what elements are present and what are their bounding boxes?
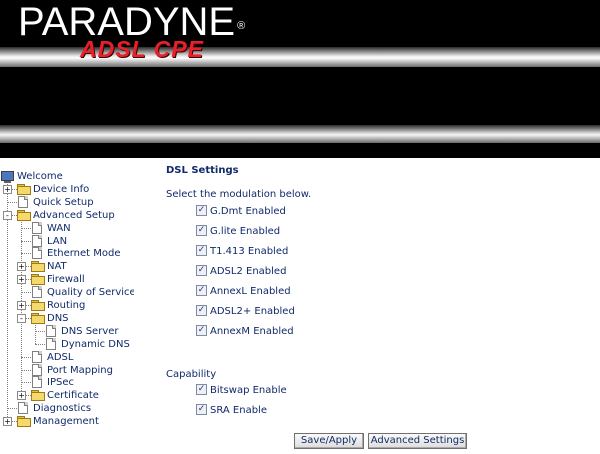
tree-item-label: Management — [33, 416, 99, 428]
tree-item-port-mapping[interactable]: Port Mapping — [0, 364, 134, 377]
modulation-checkbox[interactable]: ✓ — [196, 325, 207, 336]
modulation-option-label: ADSL2 Enabled — [210, 266, 287, 277]
modulation-checkbox[interactable]: ✓ — [196, 285, 207, 296]
advanced-settings-button[interactable]: Advanced Settings — [368, 433, 467, 449]
tree-item-label: Diagnostics — [33, 403, 92, 415]
tree-item-advanced-setup[interactable]: Advanced Setup — [0, 209, 134, 222]
tree-item-dns[interactable]: DNS — [0, 312, 134, 325]
tree-item-dns-server[interactable]: DNS Server — [0, 325, 134, 338]
tree-item-label: Ethernet Mode — [47, 248, 121, 260]
modulation-checkbox[interactable]: ✓ — [196, 205, 207, 216]
modulation-checkbox[interactable]: ✓ — [196, 305, 207, 316]
tree-item-label: Dynamic DNS — [61, 338, 130, 350]
tree-item-adsl[interactable]: ADSL — [0, 351, 134, 364]
navigation-tree: Welcome + Device Info Quick Setup - Advanced … — [0, 170, 134, 432]
tree-item-label: LAN — [47, 235, 68, 247]
tree-item-label: Certificate — [47, 390, 99, 402]
modulation-checkbox[interactable]: ✓ — [196, 225, 207, 236]
modulation-checkbox[interactable]: ✓ — [196, 245, 207, 256]
tree-item-label: Quick Setup — [33, 196, 94, 208]
tree-item-nat[interactable]: NAT — [0, 260, 134, 273]
tree-item-welcome[interactable]: Welcome — [0, 170, 134, 183]
tree-item-label: Firewall — [47, 274, 85, 286]
save-apply-button[interactable]: Save/Apply — [294, 433, 364, 449]
tree-item-lan[interactable]: LAN — [0, 235, 134, 248]
modulation-option-label: G.Dmt Enabled — [210, 206, 286, 217]
tree-item-dynamic-dns[interactable]: Dynamic DNS — [0, 338, 134, 351]
capability-option-label: Bitswap Enable — [210, 385, 287, 396]
tree-item-label: ADSL — [47, 351, 74, 363]
tree-item-label: Routing — [47, 300, 86, 311]
tree-item-label: Welcome — [17, 171, 63, 182]
header-banner: PARADYNE ® ADSL CPE — [0, 0, 600, 158]
tree-item-label: Quality of Service — [47, 287, 134, 299]
tree-item-label: DNS — [47, 312, 69, 324]
tree-item-management[interactable]: Management — [0, 415, 134, 428]
capability-checkbox[interactable]: ✓ — [196, 384, 207, 395]
tree-item-ipsec[interactable]: IPSec — [0, 376, 134, 389]
registered-mark: ® — [237, 20, 246, 32]
tree-item-device-info[interactable]: Device Info — [0, 183, 134, 196]
modulation-option-label: AnnexL Enabled — [210, 286, 291, 297]
modulation-option-label: ADSL2+ Enabled — [210, 306, 295, 317]
tree-item-label: DNS Server — [61, 325, 119, 337]
header-band-bottom — [0, 125, 600, 143]
tree-item-label: Port Mapping — [47, 364, 113, 376]
tree-item-certificate[interactable]: Certificate — [0, 389, 134, 402]
tree-item-diagnostics[interactable]: Diagnostics — [0, 402, 134, 415]
tree-item-label: Device Info — [33, 183, 90, 195]
tree-item-label: IPSec — [47, 377, 74, 389]
modulation-instruction: Select the modulation below. — [166, 189, 312, 200]
tree-item-quality-of-service[interactable]: Quality of Service — [0, 286, 134, 299]
page-title: DSL Settings — [166, 165, 239, 176]
product-logo: ADSL CPE — [80, 36, 204, 62]
capability-checkbox[interactable]: ✓ — [196, 404, 207, 415]
tree-item-quick-setup[interactable]: Quick Setup — [0, 196, 134, 209]
modulation-option-label: T1.413 Enabled — [210, 246, 289, 257]
tree-item-label: NAT — [47, 261, 67, 273]
dsl-settings-panel: DSL Settings Select the modulation below… — [166, 160, 586, 454]
modulation-option-label: AnnexM Enabled — [210, 326, 294, 337]
tree-item-label: Advanced Setup — [33, 209, 115, 221]
capability-option-label: SRA Enable — [210, 405, 267, 416]
tree-item-ethernet-mode[interactable]: Ethernet Mode — [0, 247, 134, 260]
modulation-checkbox[interactable]: ✓ — [196, 265, 207, 276]
tree-item-label: WAN — [47, 222, 71, 234]
capability-label: Capability — [166, 369, 217, 380]
tree-item-routing[interactable]: Routing — [0, 299, 134, 312]
tree-item-firewall[interactable]: Firewall — [0, 273, 134, 286]
modulation-option-label: G.lite Enabled — [210, 226, 281, 237]
tree-item-wan[interactable]: WAN — [0, 222, 134, 235]
